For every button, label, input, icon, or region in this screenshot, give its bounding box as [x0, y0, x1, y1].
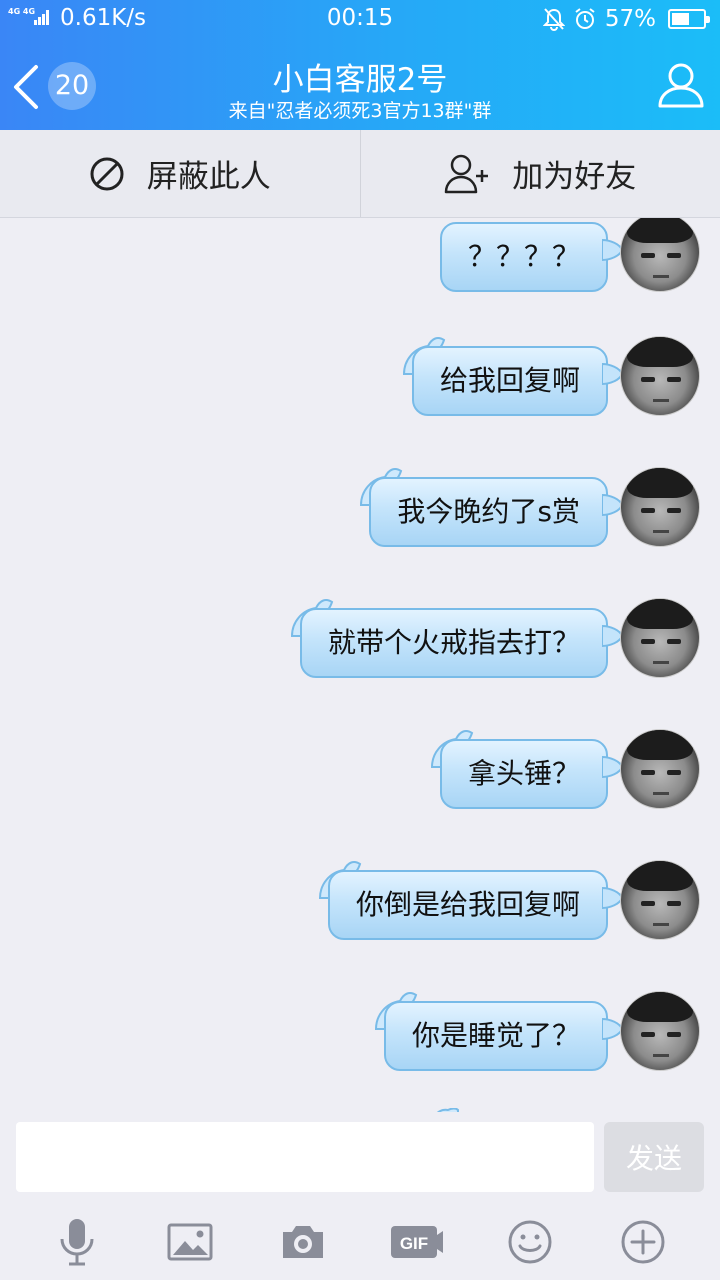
microphone-icon	[60, 1219, 94, 1266]
add-friend-button[interactable]: 加为好友	[361, 130, 720, 217]
avatar[interactable]	[620, 991, 700, 1071]
battery-icon	[668, 9, 710, 29]
avatar[interactable]	[620, 467, 700, 547]
camera-button[interactable]	[273, 1214, 333, 1270]
message-bubble[interactable]: 拿头锤？	[439, 739, 624, 809]
message-bubble[interactable]: 你是睡觉了？	[383, 1001, 624, 1071]
user-icon	[658, 63, 704, 108]
message-bubble[interactable]: ？？？？	[439, 222, 624, 292]
message-row: ？？？？	[0, 218, 720, 322]
message-bubble[interactable]: 你倒是给我回复啊	[327, 870, 624, 940]
block-user-label: 屏蔽此人	[146, 159, 271, 195]
gif-icon: GIF	[390, 1226, 443, 1258]
message-text: 我今晚约了s赏	[397, 495, 580, 528]
message-row: 就带个火戒指去打？	[0, 598, 720, 708]
chat-title: 小白客服2号	[272, 62, 448, 98]
more-button[interactable]	[613, 1214, 673, 1270]
action-bar: 屏蔽此人 加为好友	[0, 130, 720, 218]
add-friend-label: 加为好友	[512, 159, 637, 195]
message-bubble[interactable]: 就带个火戒指去打？	[299, 608, 624, 678]
avatar[interactable]	[620, 729, 700, 809]
battery-percent: 57%	[604, 6, 656, 32]
message-row: 你是睡觉了？	[0, 991, 720, 1101]
message-bubble[interactable]: 我今晚约了s赏	[369, 477, 624, 547]
status-bar: 4G 4G 0.61K/s 00:15 57%	[0, 0, 720, 38]
chat-subtitle: 来自"忍者必须死3官方13群"群	[228, 100, 492, 122]
message-text: 你倒是给我回复啊	[355, 888, 580, 921]
gif-button[interactable]: GIF	[387, 1214, 447, 1270]
input-toolbar: GIF	[0, 1204, 720, 1280]
camera-icon	[283, 1226, 324, 1258]
message-text: 给我回复啊	[439, 364, 580, 397]
header: 4G 4G 0.61K/s 00:15 57% 20 小白客服2号 来自"忍者必…	[0, 0, 720, 130]
send-button[interactable]: 发送	[604, 1122, 704, 1192]
profile-button[interactable]	[656, 60, 706, 110]
emoji-button[interactable]	[500, 1214, 560, 1270]
battery-fill	[672, 13, 689, 25]
avatar[interactable]	[620, 860, 700, 940]
message-row: 给我回复啊	[0, 336, 720, 446]
input-row: 发送	[0, 1112, 720, 1204]
message-list[interactable]: ？？？？ 给我回复啊 我今晚约了s赏 就带个火戒指去打？ 拿头锤？ 你倒是给我回…	[0, 218, 720, 1112]
message-bubble[interactable]: 给我回复啊	[411, 346, 624, 416]
title-bar: 20 小白客服2号 来自"忍者必须死3官方13群"群	[0, 38, 720, 130]
message-text: ？？？？	[467, 240, 580, 273]
voice-button[interactable]	[47, 1214, 107, 1270]
plus-icon	[621, 1220, 665, 1264]
mute-icon	[542, 8, 565, 31]
avatar[interactable]	[620, 336, 700, 416]
gif-label: GIF	[399, 1234, 427, 1253]
image-button[interactable]	[160, 1214, 220, 1270]
message-input[interactable]	[16, 1122, 594, 1192]
image-icon	[167, 1223, 213, 1261]
add-user-icon	[445, 154, 489, 193]
block-user-button[interactable]: 屏蔽此人	[0, 130, 360, 217]
message-row: 拿头锤？	[0, 729, 720, 839]
alarm-icon	[575, 8, 595, 29]
message-row: 你倒是给我回复啊	[0, 860, 720, 970]
block-icon	[90, 157, 124, 190]
message-text: 拿头锤？	[467, 757, 580, 790]
message-text: 你是睡觉了？	[411, 1019, 580, 1052]
avatar[interactable]	[620, 598, 700, 678]
avatar[interactable]	[620, 218, 700, 292]
message-row: 我今晚约了s赏	[0, 467, 720, 577]
emoji-icon	[508, 1220, 552, 1264]
message-text: 就带个火戒指去打？	[327, 626, 580, 659]
